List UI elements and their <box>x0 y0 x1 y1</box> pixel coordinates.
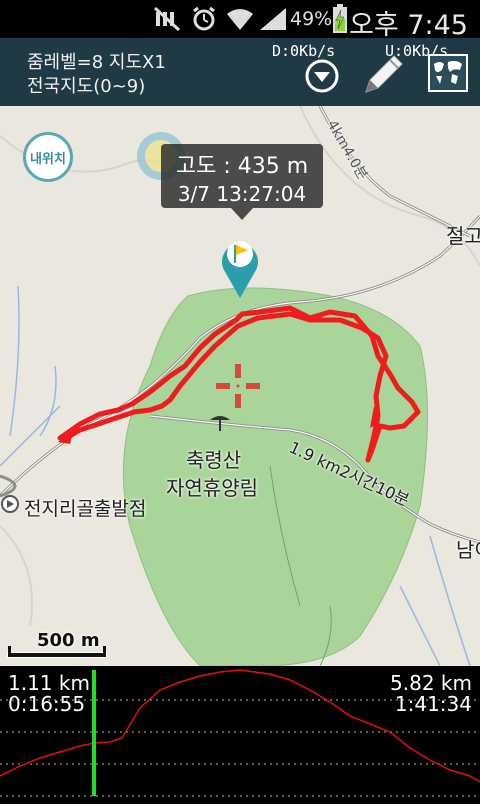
map-view[interactable]: 내위치 고도 : 435 m 3/7 13:27:04 축령산 자연휴양림 전지… <box>0 106 480 666</box>
battery-charging-icon <box>333 4 347 33</box>
altitude-tooltip: 고도 : 435 m 3/7 13:27:04 <box>161 144 323 220</box>
elevation-profile-panel[interactable]: 1.11 km 0:16:55 5.82 km 1:41:34 <box>0 666 480 800</box>
altitude-text: 고도 : 435 m <box>175 154 309 179</box>
pencil-icon[interactable] <box>362 52 406 96</box>
zoom-level-text: 줌레벨=8 지도X1 <box>27 52 166 73</box>
map-scale-bar: 500 m <box>7 630 107 658</box>
map-name-text: 전국지도(0~9) <box>27 76 146 97</box>
start-point-label: 전지리골출발점 <box>24 498 147 520</box>
start-point-icon <box>1 495 19 513</box>
position-cursor <box>92 670 96 796</box>
park-name-label-2: 자연휴양림 <box>166 476 258 500</box>
wifi-icon <box>227 9 253 30</box>
world-map-icon[interactable] <box>428 54 468 92</box>
cursor-distance: 1.11 km <box>8 671 90 695</box>
park-name-label: 축령산 <box>186 448 242 472</box>
total-distance: 5.82 km <box>390 671 472 695</box>
place-label-right: 절고 <box>446 224 480 248</box>
tooltip-arrow <box>231 208 253 220</box>
status-bar: 49% 오후 7:45 <box>0 0 480 41</box>
app-header: 줌레벨=8 지도X1 전국지도(0~9) D:0Kb/s U:0Kb/s <box>0 38 480 106</box>
total-time: 1:41:34 <box>394 692 472 716</box>
alarm-icon <box>193 6 215 31</box>
timestamp-text: 3/7 13:27:04 <box>177 182 307 206</box>
no-signal-icon <box>153 6 181 32</box>
scale-label: 500 m <box>37 630 100 651</box>
place-label-bottom: 남이 <box>456 538 480 562</box>
signal-bars-icon <box>260 8 286 30</box>
cursor-time: 0:16:55 <box>8 692 86 716</box>
clock: 오후 7:45 <box>349 10 468 41</box>
scale-line <box>7 646 107 658</box>
my-location-button[interactable]: 내위치 <box>23 132 73 182</box>
battery-percent: 49% <box>290 8 333 30</box>
dropdown-icon[interactable] <box>304 58 340 94</box>
